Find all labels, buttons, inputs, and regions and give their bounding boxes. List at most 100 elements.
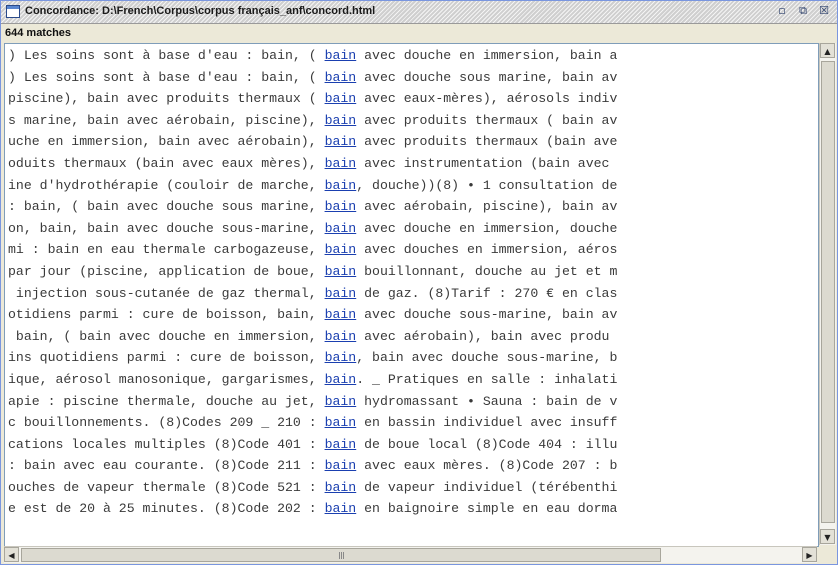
right-context: , douche))(8) • 1 consultation de bbox=[356, 177, 618, 193]
right-context: avec aérobain, piscine), bain av bbox=[356, 199, 618, 215]
scroll-corner bbox=[819, 546, 836, 563]
left-context: : bain, ( bain avec douche sous marine, bbox=[8, 199, 325, 215]
vertical-scroll-thumb[interactable] bbox=[821, 61, 835, 523]
right-context: . _ Pratiques en salle : inhalati bbox=[356, 371, 618, 387]
right-context: avec douches en immersion, aéros bbox=[356, 242, 618, 258]
concordance-list: ) Les soins sont à base d'eau : bain, ( … bbox=[4, 43, 819, 547]
left-context: ique, aérosol manosonique, gargarismes, bbox=[8, 371, 325, 387]
concordance-line: par jour (piscine, application de boue, … bbox=[8, 261, 617, 283]
results-header: 644 matches bbox=[1, 24, 837, 42]
maximize-button[interactable]: ⧉ bbox=[796, 4, 810, 18]
right-context: , bain avec douche sous-marine, b bbox=[356, 350, 618, 366]
match-count: 644 matches bbox=[5, 27, 72, 39]
keyword-link[interactable]: bain bbox=[325, 264, 357, 279]
concordance-line: e est de 20 à 25 minutes. (8)Code 202 : … bbox=[8, 498, 617, 520]
right-context: avec douche sous-marine, bain av bbox=[356, 307, 618, 323]
horizontal-scrollbar[interactable]: ◀ ▶ bbox=[4, 546, 817, 563]
right-context: de vapeur individuel (térébenthi bbox=[356, 479, 618, 495]
left-context: ) Les soins sont à base d'eau : bain, ( bbox=[8, 69, 325, 85]
concordance-line: cations locales multiples (8)Code 401 : … bbox=[8, 434, 617, 456]
concordance-lines: ) Les soins sont à base d'eau : bain, ( … bbox=[8, 45, 617, 520]
left-context: c bouillonnements. (8)Codes 209 _ 210 : bbox=[8, 415, 325, 431]
keyword-link[interactable]: bain bbox=[325, 458, 357, 473]
concordance-line: oduits thermaux (bain avec eaux mères), … bbox=[8, 153, 617, 175]
keyword-link[interactable]: bain bbox=[325, 501, 357, 516]
right-context: avec aérobain), bain avec produ bbox=[356, 328, 610, 344]
left-context: ouches de vapeur thermale (8)Code 521 : bbox=[8, 479, 325, 495]
left-context: par jour (piscine, application de boue, bbox=[8, 263, 325, 279]
left-context: : bain avec eau courante. (8)Code 211 : bbox=[8, 458, 325, 474]
keyword-link[interactable]: bain bbox=[325, 48, 357, 63]
concordance-line: ) Les soins sont à base d'eau : bain, ( … bbox=[8, 67, 617, 89]
keyword-link[interactable]: bain bbox=[325, 242, 357, 257]
keyword-link[interactable]: bain bbox=[325, 134, 357, 149]
left-context: s marine, bain avec aérobain, piscine), bbox=[8, 112, 325, 128]
right-context: hydromassant • Sauna : bain de v bbox=[356, 393, 618, 409]
left-context: ins quotidiens parmi : cure de boisson, bbox=[8, 350, 325, 366]
concordance-line: ins quotidiens parmi : cure de boisson, … bbox=[8, 347, 617, 369]
concordance-line: apie : piscine thermale, douche au jet, … bbox=[8, 391, 617, 413]
keyword-link[interactable]: bain bbox=[325, 156, 357, 171]
right-context: avec eaux mères. (8)Code 207 : b bbox=[356, 458, 618, 474]
right-context: avec douche en immersion, douche bbox=[356, 220, 618, 236]
left-context: mi : bain en eau thermale carbogazeuse, bbox=[8, 242, 325, 258]
concordance-line: ) Les soins sont à base d'eau : bain, ( … bbox=[8, 45, 617, 67]
left-context: uche en immersion, bain avec aérobain), bbox=[8, 134, 325, 150]
right-context: avec produits thermaux (bain ave bbox=[356, 134, 618, 150]
left-context: ine d'hydrothérapie (couloir de marche, bbox=[8, 177, 325, 193]
vertical-scrollbar[interactable]: ▲ ▼ bbox=[819, 43, 836, 545]
left-context: ) Les soins sont à base d'eau : bain, ( bbox=[8, 48, 325, 63]
keyword-link[interactable]: bain bbox=[325, 437, 357, 452]
keyword-link[interactable]: bain bbox=[325, 329, 357, 344]
window-icon bbox=[6, 5, 20, 18]
left-context: on, bain, bain avec douche sous-marine, bbox=[8, 220, 325, 236]
concordance-window: Concordance: D:\French\Corpus\corpus fra… bbox=[0, 0, 838, 565]
concordance-line: uche en immersion, bain avec aérobain), … bbox=[8, 131, 617, 153]
left-context: piscine), bain avec produits thermaux ( bbox=[8, 91, 325, 107]
scroll-down-button[interactable]: ▼ bbox=[820, 529, 835, 544]
concordance-line: c bouillonnements. (8)Codes 209 _ 210 : … bbox=[8, 412, 617, 434]
restore-button[interactable]: ▫ bbox=[775, 4, 789, 18]
concordance-line: piscine), bain avec produits thermaux ( … bbox=[8, 88, 617, 110]
concordance-line: bain, ( bain avec douche en immersion, b… bbox=[8, 326, 617, 348]
keyword-link[interactable]: bain bbox=[325, 91, 357, 106]
keyword-link[interactable]: bain bbox=[325, 415, 357, 430]
close-button[interactable]: ☒ bbox=[817, 4, 831, 18]
horizontal-scroll-thumb[interactable] bbox=[21, 548, 661, 562]
concordance-line: otidiens parmi : cure de boisson, bain, … bbox=[8, 304, 617, 326]
scroll-up-button[interactable]: ▲ bbox=[820, 43, 835, 58]
left-context: otidiens parmi : cure de boisson, bain, bbox=[8, 307, 325, 323]
right-context: avec douche en immersion, bain a bbox=[356, 48, 618, 63]
keyword-link[interactable]: bain bbox=[325, 372, 357, 387]
keyword-link[interactable]: bain bbox=[325, 113, 357, 128]
left-context: e est de 20 à 25 minutes. (8)Code 202 : bbox=[8, 501, 325, 517]
concordance-line: mi : bain en eau thermale carbogazeuse, … bbox=[8, 239, 617, 261]
right-context: de boue local (8)Code 404 : illu bbox=[356, 436, 618, 452]
left-context: apie : piscine thermale, douche au jet, bbox=[8, 393, 325, 409]
concordance-line: ique, aérosol manosonique, gargarismes, … bbox=[8, 369, 617, 391]
left-context: cations locales multiples (8)Code 401 : bbox=[8, 436, 325, 452]
scroll-right-button[interactable]: ▶ bbox=[802, 547, 817, 562]
left-context: bain, ( bain avec douche en immersion, bbox=[8, 328, 325, 344]
keyword-link[interactable]: bain bbox=[325, 70, 357, 85]
keyword-link[interactable]: bain bbox=[325, 394, 357, 409]
window-controls: ▫ ⧉ ☒ bbox=[775, 4, 831, 18]
title-bar[interactable]: Concordance: D:\French\Corpus\corpus fra… bbox=[1, 1, 837, 24]
left-context: injection sous-cutanée de gaz thermal, bbox=[8, 285, 325, 301]
keyword-link[interactable]: bain bbox=[325, 221, 357, 236]
keyword-link[interactable]: bain bbox=[325, 178, 357, 193]
right-context: avec instrumentation (bain avec bbox=[356, 155, 610, 171]
keyword-link[interactable]: bain bbox=[325, 350, 357, 365]
right-context: avec douche sous marine, bain av bbox=[356, 69, 618, 85]
keyword-link[interactable]: bain bbox=[325, 286, 357, 301]
keyword-link[interactable]: bain bbox=[325, 480, 357, 495]
right-context: en baignoire simple en eau dorma bbox=[356, 501, 618, 517]
grip-icon bbox=[341, 552, 342, 559]
keyword-link[interactable]: bain bbox=[325, 307, 357, 322]
scroll-left-button[interactable]: ◀ bbox=[4, 547, 19, 562]
left-context: oduits thermaux (bain avec eaux mères), bbox=[8, 155, 325, 171]
concordance-line: on, bain, bain avec douche sous-marine, … bbox=[8, 218, 617, 240]
keyword-link[interactable]: bain bbox=[325, 199, 357, 214]
right-context: avec produits thermaux ( bain av bbox=[356, 112, 618, 128]
concordance-line: s marine, bain avec aérobain, piscine), … bbox=[8, 110, 617, 132]
